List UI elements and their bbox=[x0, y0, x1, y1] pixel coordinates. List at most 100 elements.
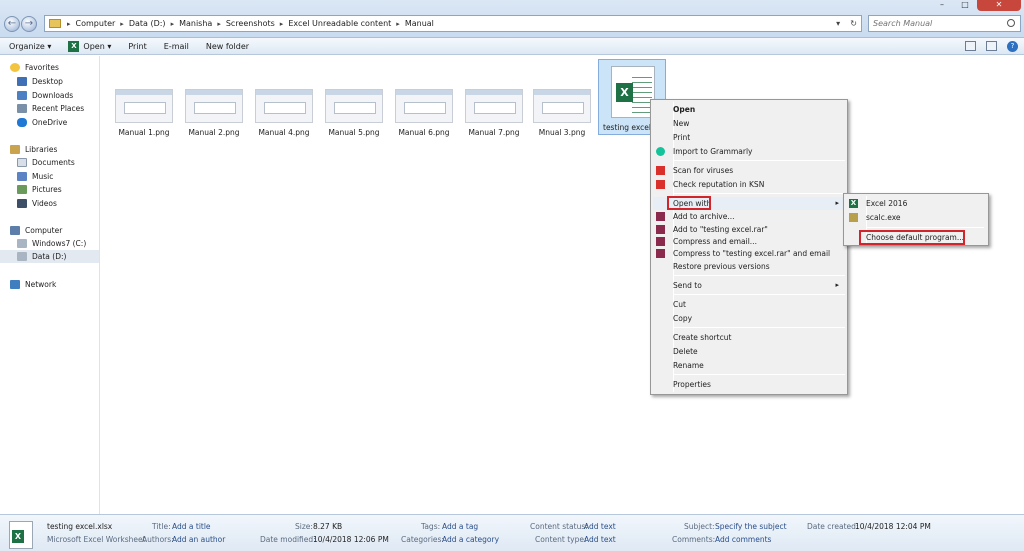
print-button[interactable]: Print bbox=[128, 39, 146, 54]
address-dropdown-button[interactable]: ▾ bbox=[836, 19, 840, 28]
nav-documents[interactable]: Documents bbox=[0, 156, 99, 169]
menu-item-add-archive[interactable]: Add to archive... bbox=[653, 210, 845, 223]
file-name: Manual 7.png bbox=[468, 128, 520, 137]
print-label: Print bbox=[128, 41, 147, 51]
details-subject-field[interactable]: Specify the subject bbox=[715, 522, 787, 531]
details-title-field[interactable]: Add a title bbox=[172, 522, 211, 531]
details-filename: testing excel.xlsx bbox=[47, 522, 113, 531]
nav-label: Libraries bbox=[25, 145, 58, 154]
crumb-manual[interactable]: Manual bbox=[405, 19, 434, 28]
file-item[interactable]: Manual 4.png bbox=[253, 89, 315, 137]
details-filetype: Microsoft Excel Worksheet bbox=[47, 535, 146, 544]
menu-label: Properties bbox=[673, 380, 711, 389]
menu-item-new[interactable]: New bbox=[653, 117, 845, 130]
menu-item-cut[interactable]: Cut bbox=[653, 298, 845, 311]
nav-label: Downloads bbox=[32, 91, 74, 100]
menu-label: Copy bbox=[673, 314, 693, 323]
menu-item-compress-rar-email[interactable]: Compress to "testing excel.rar" and emai… bbox=[653, 247, 845, 260]
crumb-manisha[interactable]: Manisha bbox=[179, 19, 212, 28]
details-modified-key: Date modified: bbox=[260, 535, 316, 544]
nav-computer[interactable]: Computer bbox=[0, 224, 99, 237]
crumb-computer[interactable]: Computer bbox=[76, 19, 116, 28]
menu-item-open[interactable]: Open bbox=[653, 103, 845, 116]
file-item[interactable]: Manual 6.png bbox=[393, 89, 455, 137]
nav-libraries[interactable]: Libraries bbox=[0, 143, 99, 156]
nav-data-drive[interactable]: Data (D:) bbox=[0, 250, 99, 263]
menu-separator bbox=[866, 227, 984, 228]
file-name: Manual 1.png bbox=[118, 128, 170, 137]
menu-item-print[interactable]: Print bbox=[653, 131, 845, 144]
details-size-value: 8.27 KB bbox=[313, 522, 343, 531]
menu-separator bbox=[673, 193, 845, 194]
menu-separator bbox=[673, 374, 845, 375]
excel-file-icon: X bbox=[611, 66, 655, 118]
menu-label: Restore previous versions bbox=[673, 262, 770, 271]
menu-item-delete[interactable]: Delete bbox=[653, 345, 845, 358]
menu-item-copy[interactable]: Copy bbox=[653, 312, 845, 325]
menu-item-grammarly[interactable]: Import to Grammarly bbox=[653, 145, 845, 158]
nav-videos[interactable]: Videos bbox=[0, 197, 99, 210]
menu-label: Cut bbox=[673, 300, 686, 309]
preview-pane-icon[interactable] bbox=[986, 41, 997, 51]
back-button[interactable]: ← bbox=[4, 16, 20, 32]
open-button[interactable]: X Open ▾ bbox=[68, 39, 111, 54]
nav-onedrive[interactable]: OneDrive bbox=[0, 116, 99, 129]
open-with-submenu: X Excel 2016 scalc.exe Choose default pr… bbox=[843, 193, 989, 246]
forward-button[interactable]: → bbox=[21, 16, 37, 32]
change-view-icon[interactable] bbox=[965, 41, 976, 51]
menu-item-create-shortcut[interactable]: Create shortcut bbox=[653, 331, 845, 344]
new-folder-button[interactable]: New folder bbox=[206, 39, 249, 54]
email-button[interactable]: E-mail bbox=[164, 39, 189, 54]
details-content-type-field[interactable]: Add text bbox=[584, 535, 616, 544]
menu-item-send-to[interactable]: Send to ▸ bbox=[653, 279, 845, 292]
menu-item-restore-versions[interactable]: Restore previous versions bbox=[653, 260, 845, 273]
nav-windows7-drive[interactable]: Windows7 (C:) bbox=[0, 237, 99, 250]
menu-item-scan-viruses[interactable]: Scan for viruses bbox=[653, 164, 845, 177]
menu-label: Create shortcut bbox=[673, 333, 732, 342]
highlight-box-open-with bbox=[667, 196, 711, 210]
search-box[interactable] bbox=[868, 15, 1021, 32]
nav-label: OneDrive bbox=[32, 118, 68, 127]
details-content-status-field[interactable]: Add text bbox=[584, 522, 616, 531]
details-categories-field[interactable]: Add a category bbox=[442, 535, 499, 544]
winrar-icon bbox=[656, 237, 665, 246]
menu-item-check-reputation[interactable]: Check reputation in KSN bbox=[653, 178, 845, 191]
nav-recent-places[interactable]: Recent Places bbox=[0, 102, 99, 115]
details-tags-field[interactable]: Add a tag bbox=[442, 522, 478, 531]
search-input[interactable] bbox=[873, 16, 1003, 31]
winrar-icon bbox=[656, 249, 665, 258]
address-bar[interactable]: ▸ Computer ▸ Data (D:) ▸ Manisha ▸ Scree… bbox=[44, 15, 862, 32]
details-comments-field[interactable]: Add comments bbox=[715, 535, 771, 544]
details-created-value: 10/4/2018 12:04 PM bbox=[855, 522, 931, 531]
nav-desktop[interactable]: Desktop bbox=[0, 75, 99, 88]
submenu-item-scalc[interactable]: scalc.exe bbox=[846, 211, 986, 224]
refresh-icon[interactable]: ↻ bbox=[850, 19, 857, 28]
menu-label: scalc.exe bbox=[866, 213, 901, 222]
help-icon[interactable]: ? bbox=[1007, 41, 1018, 52]
file-item[interactable]: Manual 7.png bbox=[463, 89, 525, 137]
nav-downloads[interactable]: Downloads bbox=[0, 89, 99, 102]
nav-label: Recent Places bbox=[32, 104, 85, 113]
submenu-item-excel[interactable]: X Excel 2016 bbox=[846, 197, 986, 210]
maximize-button[interactable]: □ bbox=[954, 0, 976, 11]
crumb-excel-unreadable[interactable]: Excel Unreadable content bbox=[288, 19, 391, 28]
nav-network[interactable]: Network bbox=[0, 278, 99, 291]
file-item[interactable]: Manual 1.png bbox=[113, 89, 175, 137]
image-thumbnail bbox=[325, 89, 383, 123]
details-modified-value: 10/4/2018 12:06 PM bbox=[313, 535, 389, 544]
file-item[interactable]: Manual 5.png bbox=[323, 89, 385, 137]
minimize-button[interactable]: – bbox=[931, 0, 953, 11]
crumb-screenshots[interactable]: Screenshots bbox=[226, 19, 275, 28]
file-item[interactable]: Manual 2.png bbox=[183, 89, 245, 137]
file-item[interactable]: Mnual 3.png bbox=[531, 89, 593, 137]
menu-item-rename[interactable]: Rename bbox=[653, 359, 845, 372]
search-icon[interactable] bbox=[1007, 19, 1015, 27]
menu-item-properties[interactable]: Properties bbox=[653, 378, 845, 391]
crumb-data-d[interactable]: Data (D:) bbox=[129, 19, 166, 28]
details-authors-field[interactable]: Add an author bbox=[172, 535, 225, 544]
close-button[interactable]: ✕ bbox=[977, 0, 1021, 11]
nav-pictures[interactable]: Pictures bbox=[0, 183, 99, 196]
nav-favorites[interactable]: Favorites bbox=[0, 61, 99, 74]
organize-button[interactable]: Organize ▾ bbox=[9, 39, 51, 54]
nav-music[interactable]: Music bbox=[0, 170, 99, 183]
